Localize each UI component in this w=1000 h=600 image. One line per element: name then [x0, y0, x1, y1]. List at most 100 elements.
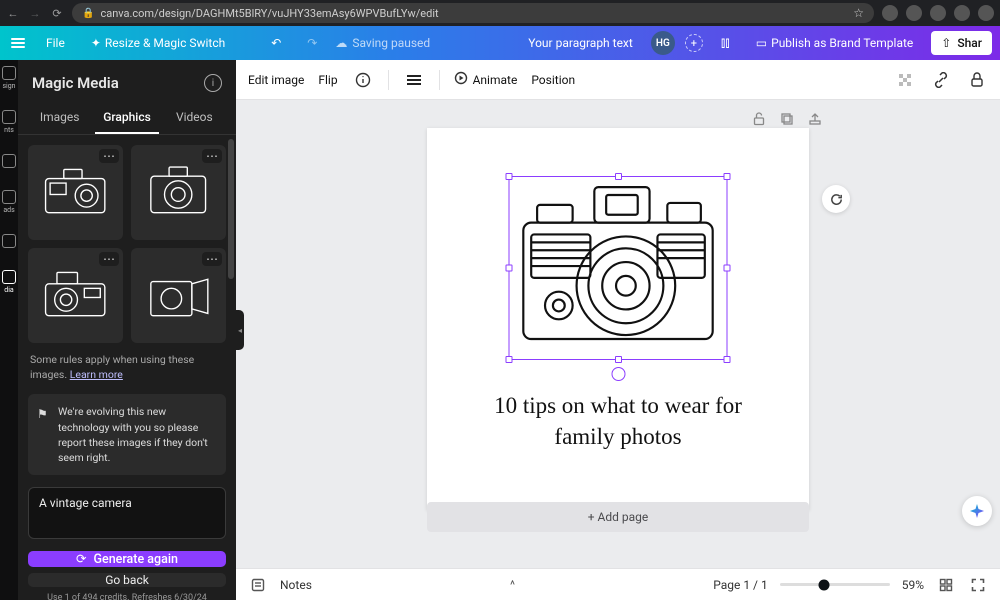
design-page[interactable]: 10 tips on what to wear for family photo… [427, 128, 809, 510]
timeline-toggle-icon[interactable]: ^ [503, 575, 523, 595]
thumb-more-icon[interactable]: ⋯ [202, 149, 222, 163]
back-icon[interactable]: ← [6, 6, 20, 20]
go-back-button[interactable]: Go back [28, 573, 226, 587]
fullscreen-icon[interactable] [968, 575, 988, 595]
cloud-icon: ☁ [335, 36, 347, 50]
generated-thumbnails: ⋯ ⋯ ⋯ ⋯ [18, 135, 236, 349]
extension-icon[interactable] [906, 5, 922, 21]
rules-note: Some rules apply when using these images… [18, 349, 236, 390]
animate-icon [454, 71, 468, 88]
lock-icon: 🔒 [82, 8, 94, 19]
duplicate-page-icon[interactable] [778, 110, 796, 128]
url-bar[interactable]: 🔒 canva.com/design/DAGHMt5BlRY/vuJHY33em… [72, 3, 874, 23]
transparency-icon[interactable] [894, 69, 916, 91]
doc-title[interactable]: Your paragraph text [520, 32, 641, 54]
reload-icon[interactable]: ⟳ [50, 6, 64, 20]
rail-draw[interactable] [2, 234, 16, 250]
lock-icon[interactable] [966, 69, 988, 91]
thumbnail-2[interactable]: ⋯ [131, 145, 226, 240]
info-icon[interactable]: i [204, 74, 222, 92]
animate-button[interactable]: Animate [454, 71, 518, 88]
analytics-button[interactable]: ⫾⫾ [713, 31, 738, 55]
extension-icon[interactable] [882, 5, 898, 21]
flip-button[interactable]: Flip [318, 73, 337, 87]
zoom-value: 59% [902, 578, 924, 592]
user-avatar[interactable]: HG [651, 31, 675, 55]
thumbnail-3[interactable]: ⋯ [28, 248, 123, 343]
workspace: Edit image Flip Animate Position [236, 60, 1000, 600]
page-actions [750, 110, 824, 128]
rotate-handle[interactable] [611, 367, 625, 381]
grid-view-icon[interactable] [936, 575, 956, 595]
info-circle-icon[interactable] [352, 69, 374, 91]
panel-scrollbar[interactable] [228, 135, 234, 349]
edit-image-button[interactable]: Edit image [248, 73, 304, 87]
redo-button[interactable]: ↷ [299, 32, 325, 54]
share-button[interactable]: ⇧ Shar [931, 31, 992, 55]
tab-videos[interactable]: Videos [163, 102, 226, 134]
generate-again-button[interactable]: ⟳ Generate again [28, 551, 226, 567]
thumb-more-icon[interactable]: ⋯ [99, 252, 119, 266]
caption-text[interactable]: 10 tips on what to wear for family photo… [488, 390, 748, 452]
context-toolbar: Edit image Flip Animate Position [236, 60, 1000, 100]
publish-icon: ▭ [756, 36, 767, 50]
page-counter: Page 1 / 1 [713, 578, 768, 592]
refresh-icon: ⟳ [76, 551, 86, 567]
chart-icon: ⫾⫾ [721, 35, 730, 51]
report-images-link[interactable]: report these images [58, 436, 152, 449]
feedback-card: ⚑ We're evolving this new technology wit… [28, 394, 226, 475]
profile-icon[interactable] [978, 5, 994, 21]
sparkle-icon: ✦ [91, 36, 101, 50]
zoom-slider[interactable] [780, 583, 890, 586]
thumb-more-icon[interactable]: ⋯ [202, 252, 222, 266]
url-text: canva.com/design/DAGHMt5BlRY/vuJHY33emAs… [100, 7, 438, 20]
resize-magic-switch[interactable]: ✦ Resize & Magic Switch [83, 32, 233, 54]
add-page-button[interactable]: + Add page [427, 502, 809, 532]
publish-brand-template-button[interactable]: ▭ Publish as Brand Template [748, 32, 922, 54]
main-menu-button[interactable] [8, 38, 28, 48]
unlock-page-icon[interactable] [750, 110, 768, 128]
side-rail: sign nts ads dia [0, 60, 18, 600]
magic-media-panel: Magic Media i Images Graphics Videos ⋯ ⋯… [18, 60, 236, 600]
share-icon: ⇧ [941, 36, 951, 50]
save-status: ☁ Saving paused [335, 36, 430, 50]
thumbnail-4[interactable]: ⋯ [131, 248, 226, 343]
prompt-input[interactable]: A vintage camera [28, 487, 226, 539]
star-icon[interactable]: ☆ [853, 6, 864, 20]
redo-icon: ↷ [307, 36, 317, 50]
assistant-fab[interactable] [962, 496, 992, 526]
thumbnail-1[interactable]: ⋯ [28, 145, 123, 240]
tab-graphics[interactable]: Graphics [95, 102, 158, 134]
regenerate-floating-button[interactable] [822, 185, 850, 213]
export-page-icon[interactable] [806, 110, 824, 128]
panel-title: Magic Media [32, 74, 119, 92]
canvas-stage[interactable]: 10 tips on what to wear for family photo… [236, 100, 1000, 568]
browser-chrome: ← → ⟳ 🔒 canva.com/design/DAGHMt5BlRY/vuJ… [0, 0, 1000, 26]
position-button[interactable]: Position [531, 73, 575, 87]
rail-elements[interactable]: nts [2, 110, 16, 134]
notes-icon[interactable] [248, 575, 268, 595]
add-collaborator-button[interactable]: + [685, 34, 703, 52]
undo-button[interactable]: ↶ [263, 32, 289, 54]
rail-design[interactable]: sign [2, 66, 16, 90]
selected-graphic[interactable] [509, 176, 728, 360]
thumb-more-icon[interactable]: ⋯ [99, 149, 119, 163]
camera-graphic [510, 177, 727, 359]
bottom-bar: Notes ^ Page 1 / 1 59% [236, 568, 1000, 600]
media-tabs: Images Graphics Videos [18, 102, 236, 135]
extension-icon[interactable] [954, 5, 970, 21]
extension-icon[interactable] [930, 5, 946, 21]
flag-icon: ⚑ [37, 406, 48, 423]
rail-magic-media[interactable]: dia [2, 270, 16, 294]
app-top-bar: File ✦ Resize & Magic Switch ↶ ↷ ☁ Savin… [0, 26, 1000, 60]
align-lines-icon[interactable] [403, 69, 425, 91]
notes-label[interactable]: Notes [280, 578, 312, 592]
rail-uploads[interactable]: ads [2, 190, 16, 214]
rail-text[interactable] [2, 154, 16, 170]
forward-icon[interactable]: → [28, 6, 42, 20]
file-menu[interactable]: File [38, 32, 73, 54]
credits-note: Use 1 of 494 credits. Refreshes 6/30/24 [18, 587, 236, 600]
link-icon[interactable] [930, 69, 952, 91]
learn-more-link[interactable]: Learn more [70, 368, 123, 381]
tab-images[interactable]: Images [28, 102, 91, 134]
